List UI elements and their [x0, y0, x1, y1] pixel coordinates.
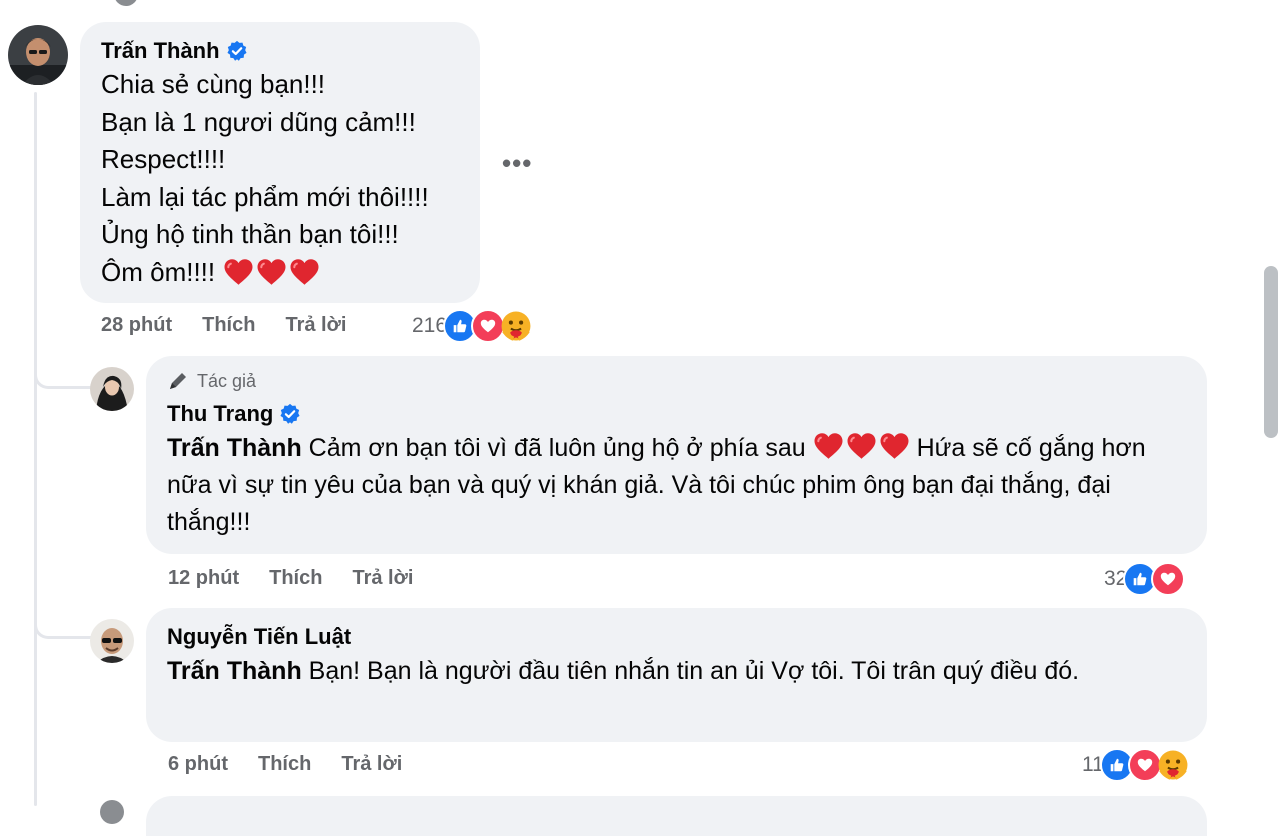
thread-elbow — [34, 356, 91, 389]
reply-text: Trấn Thành Cảm ơn bạn tôi vì đã luôn ủng… — [167, 430, 1192, 541]
reply-text-part: Cảm ơn bạn tôi vì đã luôn ủng hộ ở phía … — [301, 434, 813, 462]
thread-line — [34, 92, 37, 806]
reply-actions: 6 phút Thích Trả lời — [168, 753, 402, 776]
pencil-icon — [170, 373, 186, 389]
heart-emoji-group — [223, 258, 320, 286]
reply-author[interactable]: Nguyễn Tiến Luật — [167, 624, 351, 650]
care-icon — [499, 309, 533, 343]
heart-icon — [223, 258, 254, 286]
comment-actions: 28 phút Thích Trả lời — [101, 314, 346, 337]
next-avatar[interactable] — [100, 800, 124, 824]
love-icon — [1151, 562, 1186, 596]
like-button[interactable]: Thích — [258, 753, 311, 776]
comment-bubble: Trấn Thành Chia sẻ cùng bạn!!! Bạn là 1 … — [80, 22, 480, 303]
previous-avatar[interactable] — [114, 0, 138, 6]
reply-bubble: Nguyễn Tiến Luật Trấn Thành Bạn! Bạn là … — [146, 608, 1207, 742]
comment-line: Bạn là 1 ngươi dũng cảm!!! — [101, 106, 416, 137]
reply-bubble: Tác giả Thu Trang Trấn Thành Cảm ơn bạn … — [146, 356, 1207, 554]
more-options-icon[interactable]: ••• — [502, 148, 532, 179]
verified-icon — [279, 403, 301, 425]
heart-icon — [813, 432, 844, 460]
author-name[interactable]: Thu Trang — [167, 401, 273, 427]
author-name[interactable]: Trấn Thành — [101, 38, 220, 64]
next-reply-bubble — [146, 796, 1207, 836]
comment-line-hearts: Ôm ôm!!!! — [101, 254, 429, 292]
reply-text-part: Bạn! Bạn là người đầu tiên nhắn tin an ủ… — [301, 657, 1080, 685]
heart-icon — [289, 258, 320, 286]
comment-line: Làm lại tác phẩm mới thôi!!!! — [101, 181, 429, 212]
comment-author[interactable]: Trấn Thành — [101, 38, 248, 64]
reaction-count[interactable]: 216 — [412, 314, 447, 338]
reaction-summary[interactable]: 216 — [412, 309, 533, 343]
author-name[interactable]: Nguyễn Tiến Luật — [167, 624, 351, 650]
heart-icon — [879, 432, 910, 460]
avatar[interactable] — [8, 25, 68, 85]
heart-emoji-group — [813, 432, 910, 460]
comment-line: Respect!!!! — [101, 144, 226, 174]
reply-text: Trấn Thành Bạn! Bạn là người đầu tiên nh… — [167, 653, 1167, 690]
reply-time[interactable]: 6 phút — [168, 753, 228, 776]
reply-time[interactable]: 12 phút — [168, 567, 239, 590]
reaction-summary[interactable]: 11 — [1082, 748, 1190, 782]
like-button[interactable]: Thích — [269, 567, 322, 590]
like-button[interactable]: Thích — [202, 314, 255, 337]
scrollbar-thumb[interactable] — [1264, 266, 1278, 438]
mention-link[interactable]: Trấn Thành — [167, 657, 302, 685]
comment-line: Chia sẻ cùng bạn!!! — [101, 69, 326, 99]
comment-time[interactable]: 28 phút — [101, 314, 172, 337]
reaction-summary[interactable]: 32 — [1104, 562, 1186, 596]
reply-actions: 12 phút Thích Trả lời — [168, 567, 413, 590]
verified-icon — [226, 40, 248, 62]
author-tag: Tác giả — [167, 370, 256, 392]
heart-icon — [846, 432, 877, 460]
avatar[interactable] — [90, 619, 134, 663]
care-icon — [1156, 748, 1190, 782]
comment-line: Ôm ôm!!!! — [101, 256, 216, 287]
avatar[interactable] — [90, 367, 134, 411]
reply-author[interactable]: Thu Trang — [167, 401, 301, 427]
comment-line: Ủng hộ tinh thần bạn tôi!!! — [101, 219, 399, 249]
heart-icon — [256, 258, 287, 286]
reply-button[interactable]: Trả lời — [285, 314, 346, 337]
reply-button[interactable]: Trả lời — [352, 567, 413, 590]
author-tag-label: Tác giả — [197, 370, 257, 391]
thread-elbow — [34, 606, 91, 639]
mention-link[interactable]: Trấn Thành — [167, 434, 302, 462]
reply-button[interactable]: Trả lời — [341, 753, 402, 776]
comment-text: Chia sẻ cùng bạn!!! Bạn là 1 ngươi dũng … — [101, 66, 429, 291]
